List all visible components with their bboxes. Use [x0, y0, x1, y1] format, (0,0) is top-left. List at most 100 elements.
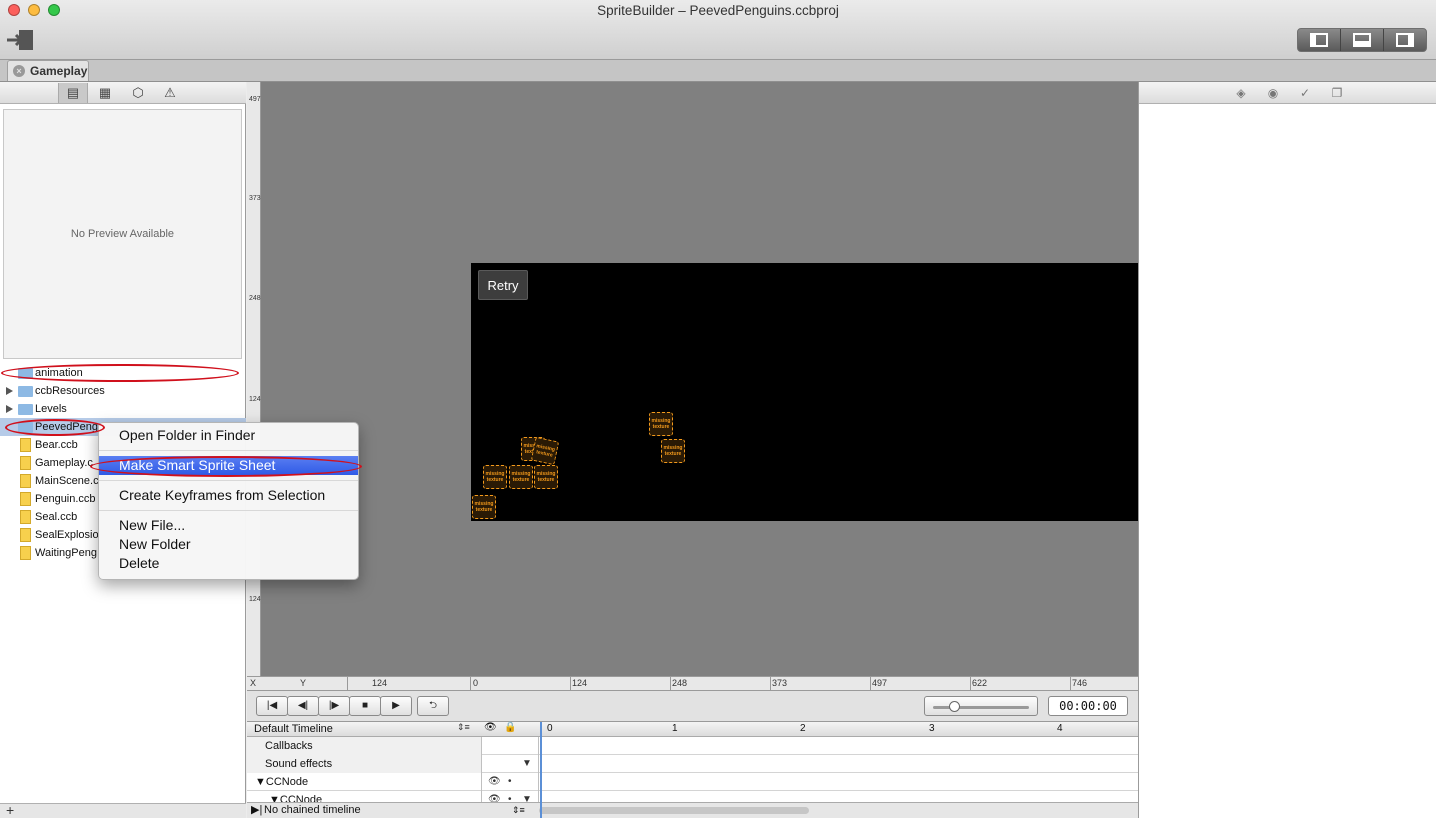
row-icons: [482, 737, 539, 755]
ruler-tick: [770, 677, 771, 691]
close-tab-icon[interactable]: ×: [13, 65, 25, 77]
menu-item-new-folder[interactable]: New Folder: [99, 535, 358, 554]
annotation-ellipse-make-smart-sprite-sheet: [90, 456, 362, 477]
ruler-tick: [570, 677, 571, 691]
rewind-button[interactable]: |◀: [256, 696, 288, 716]
timeline-rows: Callbacks Sound effects ▼ ▼CCNode 👁 • ▼CCNo…: [247, 737, 1138, 809]
play-button[interactable]: ▶: [380, 696, 412, 716]
tree-item-levels[interactable]: Levels: [0, 400, 246, 418]
loop-button[interactable]: ⮌: [417, 696, 449, 716]
ccb-file-icon: [20, 474, 31, 488]
missing-texture-sprite[interactable]: missing texture: [530, 436, 560, 466]
timeline-tick: 3: [929, 723, 935, 734]
chained-timeline-label[interactable]: No chained timeline: [264, 803, 361, 818]
ruler-tick: [870, 677, 871, 691]
menu-item-create-keyframes-from-selection[interactable]: Create Keyframes from Selection: [99, 486, 358, 505]
timeline-playhead[interactable]: [540, 722, 542, 818]
menu-item-new-file[interactable]: New File...: [99, 516, 358, 535]
row-icons: 👁 •: [482, 773, 539, 791]
disclosure-triangle-icon[interactable]: [6, 405, 13, 413]
exit-icon[interactable]: [5, 28, 37, 52]
timeline-menu-icon[interactable]: ⇕≡: [457, 722, 470, 733]
slider-knob[interactable]: [949, 701, 960, 712]
missing-texture-sprite[interactable]: missing texture: [649, 412, 673, 436]
stop-icon: ■: [361, 700, 369, 711]
chain-menu-icon[interactable]: ⇕≡: [512, 803, 525, 818]
step-forward-button[interactable]: |▶: [318, 696, 350, 716]
panel-toggle-segmented[interactable]: [1297, 28, 1427, 52]
ruler-tick: [470, 677, 471, 691]
add-icon: +: [6, 802, 15, 818]
stop-button[interactable]: ■: [349, 696, 381, 716]
menu-item-delete[interactable]: Delete: [99, 554, 358, 573]
missing-texture-sprite[interactable]: missing texture: [661, 439, 685, 463]
vruler-label: 497: [249, 96, 261, 103]
disclosure-triangle-icon[interactable]: [6, 387, 13, 395]
missing-texture-sprite[interactable]: missing texture: [483, 465, 507, 489]
component-library-icon[interactable]: ⬡: [123, 83, 153, 103]
timeline-zoom-slider[interactable]: [924, 696, 1038, 716]
templates-icon[interactable]: ❐: [1323, 83, 1351, 103]
hruler-label: 124: [372, 678, 388, 688]
ccb-file-icon: [20, 528, 31, 542]
properties-icon[interactable]: ◈: [1227, 83, 1255, 103]
play-icon: ▶: [392, 700, 400, 711]
inspector-panel: ◈ ◉ ✓ ❐: [1138, 82, 1436, 818]
slider-track: [933, 706, 1029, 709]
playback-controls: |◀ ◀| |▶ ■ ▶ ⮌ 00:00:00: [247, 691, 1138, 722]
annotation-ellipse-peevedpenguins: [5, 419, 105, 436]
step-forward-icon: |▶: [328, 700, 340, 711]
file-view-icon[interactable]: ▤: [58, 83, 88, 103]
menu-separator: [99, 510, 358, 511]
vertical-ruler: 497 373 248 124 124: [247, 82, 261, 676]
ccb-file-icon: [20, 438, 31, 452]
dropdown-icon[interactable]: ▼: [522, 755, 532, 773]
document-tab-bar: × Gameplay: [0, 60, 1436, 82]
timeline-name[interactable]: Default Timeline: [254, 723, 333, 735]
hruler-label: 373: [772, 678, 788, 688]
menu-item-open-folder-in-finder[interactable]: Open Folder in Finder: [99, 426, 358, 445]
toggle-bottom-panel-icon[interactable]: [1341, 29, 1384, 51]
code-connections-icon[interactable]: ◉: [1259, 83, 1287, 103]
timeline-row-ccnode[interactable]: ▼CCNode 👁 •: [247, 773, 1138, 791]
folder-icon: [18, 386, 33, 397]
missing-texture-sprite[interactable]: missing texture: [509, 465, 533, 489]
tab-gameplay[interactable]: × Gameplay: [7, 60, 89, 81]
tree-item-ccbresources[interactable]: ccbResources: [0, 382, 246, 400]
retry-button[interactable]: Retry: [478, 270, 528, 300]
missing-texture-sprite[interactable]: missing texture: [472, 495, 496, 519]
ccb-file-icon: [20, 492, 31, 506]
physics-icon[interactable]: ✓: [1291, 83, 1319, 103]
warning-icon[interactable]: ⚠: [155, 83, 185, 103]
context-menu: Open Folder in Finder Make Smart Sprite …: [98, 422, 359, 580]
window-title: SpriteBuilder – PeevedPenguins.ccbproj: [597, 3, 839, 18]
add-resource-button[interactable]: +: [0, 803, 246, 818]
timecode-display: 00:00:00: [1048, 696, 1128, 716]
toggle-right-panel-icon[interactable]: [1384, 29, 1426, 51]
timeline-header: Default Timeline ⇕≡ 👁 🔒 0 1 2 3 4: [247, 722, 1138, 737]
missing-texture-sprite[interactable]: missing texture: [534, 465, 558, 489]
toggle-left-panel-icon[interactable]: [1298, 29, 1341, 51]
timeline-tick: 1: [672, 723, 678, 734]
hruler-label: 497: [872, 678, 888, 688]
grid-view-icon[interactable]: ▦: [90, 83, 120, 103]
lock-toggle-icon[interactable]: •: [508, 773, 512, 791]
tab-label: Gameplay: [30, 64, 88, 78]
scene-stage[interactable]: [471, 263, 1138, 521]
timeline-row-sound-effects[interactable]: Sound effects ▼: [247, 755, 1138, 773]
timeline-tick: 0: [547, 723, 553, 734]
ruler-tick: [347, 677, 348, 691]
visibility-toggle-icon[interactable]: 👁: [488, 773, 501, 791]
lock-icon: 🔒: [504, 722, 517, 733]
timeline-row-callbacks[interactable]: Callbacks: [247, 737, 1138, 755]
chain-play-icon[interactable]: ▶|: [251, 803, 262, 818]
loop-icon: ⮌: [428, 700, 437, 711]
timeline-scrollbar[interactable]: [539, 807, 809, 814]
vruler-label: 248: [249, 295, 261, 302]
timeline-tick: 4: [1057, 723, 1063, 734]
step-back-icon: ◀|: [297, 700, 309, 711]
timeline-footer: ▶| No chained timeline ⇕≡: [247, 802, 1138, 818]
step-back-button[interactable]: ◀|: [287, 696, 319, 716]
y-coordinate-label: Y: [300, 678, 307, 688]
inspector-toolbar: ◈ ◉ ✓ ❐: [1139, 82, 1436, 104]
